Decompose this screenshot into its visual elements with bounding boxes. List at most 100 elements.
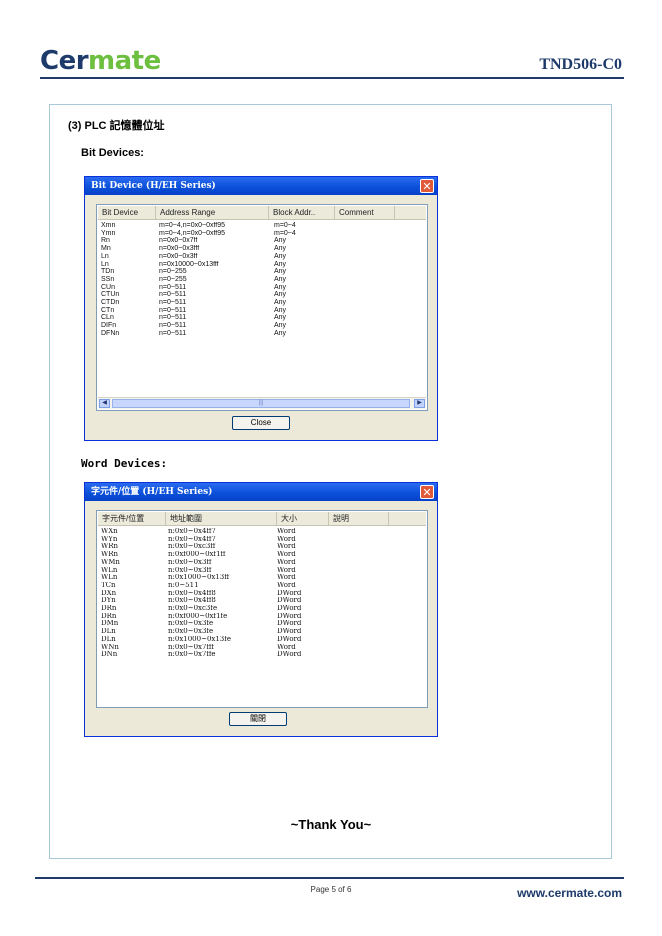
close-button-zh[interactable]: 關閉 bbox=[229, 712, 287, 726]
col-description[interactable]: 說明 bbox=[329, 512, 389, 525]
table-row[interactable]: DNn n:0x0~0x7ffe DWord bbox=[101, 651, 332, 659]
table-cell: m=0~4,n=0x0~0xff95 bbox=[159, 229, 226, 237]
table-cell: CTn bbox=[101, 306, 115, 314]
table-cell: DWord bbox=[277, 651, 302, 659]
table-cell: DWord bbox=[277, 589, 302, 597]
table-cell: Any bbox=[274, 275, 287, 283]
table-row[interactable]: CTn n=0~511 Any bbox=[101, 307, 334, 315]
table-cell: n:0xf000~0xf1fe bbox=[168, 612, 228, 620]
table-row[interactable]: Ln n=0x0~0x3ff Any bbox=[101, 253, 334, 261]
table-row[interactable]: CTDn n=0~511 Any bbox=[101, 299, 334, 307]
close-button[interactable]: Close bbox=[232, 416, 290, 430]
table-cell: n:0x0~0xc3ff bbox=[168, 543, 216, 551]
table-cell: n=0~255 bbox=[159, 268, 187, 276]
table-row[interactable]: WNn n:0x0~0x7fff Word bbox=[101, 644, 332, 652]
table-cell: DRn bbox=[101, 612, 117, 620]
bit-device-list[interactable]: Bit Device Address Range Block Addr.. Co… bbox=[96, 204, 428, 411]
table-cell: Ymn bbox=[101, 229, 116, 237]
table-row[interactable]: Mn n=0x0~0x3fff Any bbox=[101, 245, 334, 253]
table-cell: DNn bbox=[101, 651, 118, 659]
word-dialog-close-icon[interactable]: ✕ bbox=[420, 485, 434, 499]
table-row[interactable]: WMn n:0x0~0x3ff Word bbox=[101, 559, 332, 567]
table-row[interactable]: SSn n=0~255 Any bbox=[101, 276, 334, 284]
table-row[interactable]: TDn n=0~255 Any bbox=[101, 268, 334, 276]
table-cell: WRn bbox=[101, 551, 118, 559]
table-row[interactable]: TCn n:0~511 Word bbox=[101, 582, 332, 590]
bit-dialog-close-icon[interactable]: ✕ bbox=[420, 179, 434, 193]
word-list-rows: WXn n:0x0~0x4ff7 Word WYn n:0x0~0x4ff7 Word WR… bbox=[101, 528, 332, 659]
table-row[interactable]: WRn n:0x0~0xc3ff Word bbox=[101, 543, 332, 551]
table-cell: DRn bbox=[101, 605, 117, 613]
logo-part1: Cer bbox=[40, 46, 89, 76]
table-cell: DIFn bbox=[101, 322, 117, 330]
table-cell: n=0~511 bbox=[159, 329, 187, 337]
logo-part2: mate bbox=[88, 46, 161, 76]
table-row[interactable]: WRn n:0xf000~0xf1ff Word bbox=[101, 551, 332, 559]
table-cell: n=0~255 bbox=[159, 275, 187, 283]
table-row[interactable]: DRn n:0x0~0xc3fe DWord bbox=[101, 605, 332, 613]
table-row[interactable]: WXn n:0x0~0x4ff7 Word bbox=[101, 528, 332, 536]
table-cell: n=0~511 bbox=[159, 299, 187, 307]
table-row[interactable]: DXn n:0x0~0x4ff8 DWord bbox=[101, 590, 332, 598]
table-cell: Any bbox=[274, 314, 287, 322]
table-cell: WLn bbox=[101, 574, 118, 582]
bit-dialog-title: Bit Device (H/EH Series) bbox=[91, 181, 216, 191]
col-comment[interactable]: Comment bbox=[335, 206, 395, 219]
table-row[interactable]: Ymn m=0~4,n=0x0~0xff95 m=0~4 bbox=[101, 230, 334, 238]
table-cell: WRn bbox=[101, 543, 118, 551]
table-cell: n=0x0~0x3fff bbox=[159, 245, 200, 253]
word-device-dialog: 字元件/位置 (H/EH Series) ✕ 字元件/位置 地址範圍 大小 說明… bbox=[84, 482, 438, 737]
table-cell: TCn bbox=[101, 581, 116, 589]
col-address-range[interactable]: Address Range bbox=[156, 206, 269, 219]
word-device-list[interactable]: 字元件/位置 地址範圍 大小 說明 WXn n:0x0~0x4ff7 Word WYn… bbox=[96, 510, 428, 708]
table-row[interactable]: WLn n:0x0~0x3ff Word bbox=[101, 567, 332, 575]
table-cell: DWord bbox=[277, 620, 302, 628]
table-row[interactable]: DFNn n=0~511 Any bbox=[101, 330, 334, 338]
table-row[interactable]: Ln n=0x10000~0x13fff Any bbox=[101, 261, 334, 269]
table-cell: n=0x10000~0x13fff bbox=[159, 260, 219, 268]
table-cell: DWord bbox=[277, 612, 302, 620]
table-row[interactable]: WYn n:0x0~0x4ff7 Word bbox=[101, 536, 332, 544]
table-cell: DWord bbox=[277, 597, 302, 605]
table-cell: n=0x0~0x3ff bbox=[159, 252, 198, 260]
website-link[interactable]: www.cermate.com bbox=[517, 886, 622, 900]
table-cell: n:0x0~0x3fe bbox=[168, 628, 214, 636]
scroll-left-icon[interactable]: ◀ bbox=[99, 399, 110, 408]
scroll-thumb[interactable]: ||| bbox=[112, 399, 410, 408]
table-row[interactable]: DMn n:0x0~0x3fe DWord bbox=[101, 620, 332, 628]
table-row[interactable]: CTUn n=0~511 Any bbox=[101, 291, 334, 299]
table-row[interactable]: DIFn n=0~511 Any bbox=[101, 322, 334, 330]
col-word-device[interactable]: 字元件/位置 bbox=[98, 512, 166, 525]
table-cell: Any bbox=[274, 237, 287, 245]
scroll-right-icon[interactable]: ▶ bbox=[414, 399, 425, 408]
table-row[interactable]: DLn n:0x1000~0x13fe DWord bbox=[101, 636, 332, 644]
table-row[interactable]: DYn n:0x0~0x4ff8 DWord bbox=[101, 597, 332, 605]
table-cell: DFNn bbox=[101, 329, 120, 337]
table-cell: n:0x0~0x4ff8 bbox=[168, 597, 216, 605]
col-size[interactable]: 大小 bbox=[277, 512, 329, 525]
col-address-range-zh[interactable]: 地址範圍 bbox=[166, 512, 277, 525]
table-row[interactable]: Xmn m=0~4,n=0x0~0xff95 m=0~4 bbox=[101, 222, 334, 230]
table-cell: Word bbox=[277, 643, 296, 651]
table-row[interactable]: CUn n=0~511 Any bbox=[101, 284, 334, 292]
thank-you: ~Thank You~ bbox=[290, 817, 372, 832]
table-cell: Any bbox=[274, 252, 287, 260]
table-row[interactable]: DLn n:0x0~0x3fe DWord bbox=[101, 628, 332, 636]
table-row[interactable]: DRn n:0xf000~0xf1fe DWord bbox=[101, 613, 332, 621]
table-row[interactable]: Rn n=0x0~0x7ff Any bbox=[101, 237, 334, 245]
table-cell: WLn bbox=[101, 566, 118, 574]
table-row[interactable]: WLn n:0x1000~0x13ff Word bbox=[101, 574, 332, 582]
bit-list-hscrollbar[interactable]: ◀ ||| ▶ bbox=[98, 397, 426, 409]
table-cell: m=0~4 bbox=[274, 222, 296, 229]
col-bit-device[interactable]: Bit Device bbox=[98, 206, 156, 219]
table-cell: n:0x0~0x3ff bbox=[168, 558, 212, 566]
table-cell: n:0x1000~0x13ff bbox=[168, 574, 230, 582]
table-cell: DWord bbox=[277, 605, 302, 613]
table-cell: CTUn bbox=[101, 291, 120, 299]
table-cell: n=0x0~0x7ff bbox=[159, 237, 198, 245]
table-cell: WYn bbox=[101, 535, 118, 543]
table-cell: Word bbox=[277, 581, 296, 589]
table-row[interactable]: CLn n=0~511 Any bbox=[101, 314, 334, 322]
table-cell: Xmn bbox=[101, 222, 116, 229]
col-block-addr[interactable]: Block Addr.. bbox=[269, 206, 335, 219]
